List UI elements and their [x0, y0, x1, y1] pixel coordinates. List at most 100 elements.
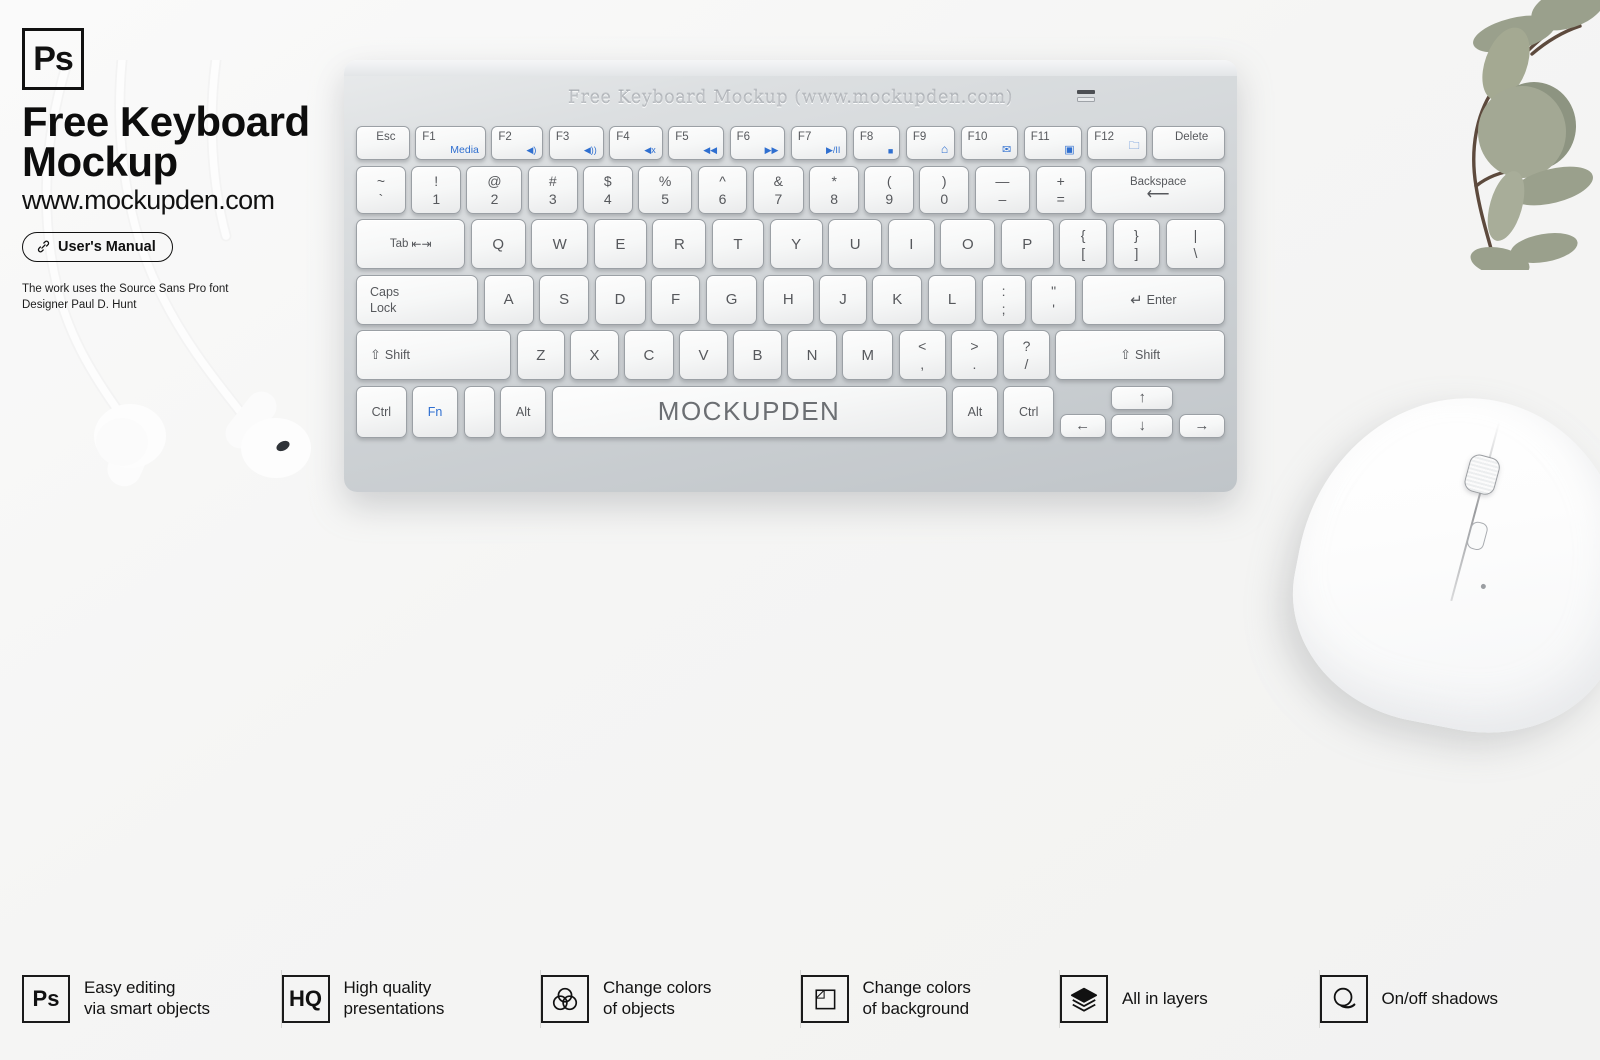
- key-4[interactable]: $ 4: [583, 165, 633, 214]
- key-alt-right[interactable]: Alt: [952, 385, 998, 438]
- key-q[interactable]: Q: [470, 219, 526, 269]
- keyboard[interactable]: Free Keyboard Mockup (www.mockupden.com)…: [344, 60, 1237, 492]
- key-k[interactable]: K: [872, 274, 923, 325]
- key-a[interactable]: A: [483, 274, 534, 325]
- key-semicolon[interactable]: : ;: [981, 274, 1026, 325]
- key-z[interactable]: Z: [516, 330, 565, 380]
- mute-icon: ◀x: [644, 145, 656, 155]
- key-1[interactable]: ! 1: [411, 165, 461, 214]
- key-t[interactable]: T: [711, 219, 765, 269]
- key-e[interactable]: E: [593, 219, 647, 269]
- f1-media-label: Media: [450, 144, 479, 156]
- key-9[interactable]: ( 9: [864, 165, 914, 214]
- key-n[interactable]: N: [787, 330, 837, 380]
- window-icon: ▣: [1064, 144, 1075, 156]
- key-f3[interactable]: F3 ◀)): [548, 126, 604, 160]
- key-equals[interactable]: + =: [1035, 165, 1086, 214]
- key-f10[interactable]: F10 ✉: [960, 126, 1019, 160]
- key-y[interactable]: Y: [769, 219, 823, 269]
- key-5[interactable]: % 5: [638, 165, 693, 214]
- key-f12[interactable]: F12 🗀: [1087, 126, 1147, 160]
- font-credits: The work uses the Source Sans Pro font D…: [22, 281, 352, 314]
- volume-down-icon: ◀): [526, 145, 537, 155]
- key-f1[interactable]: F1 Media: [415, 126, 486, 160]
- feature-line1: On/off shadows: [1381, 988, 1499, 1008]
- key-f7[interactable]: F7 ▶/II: [790, 126, 848, 160]
- key-p[interactable]: P: [1000, 219, 1054, 269]
- volume-up-icon: ◀)): [583, 145, 597, 155]
- key-windows[interactable]: [463, 385, 495, 438]
- feature-line1: All in layers: [1122, 988, 1208, 1008]
- key-esc[interactable]: Esc: [356, 126, 410, 160]
- key-j[interactable]: J: [819, 274, 867, 325]
- mouse-extra-button[interactable]: [1465, 520, 1489, 552]
- key-b[interactable]: B: [733, 330, 782, 380]
- key-fn[interactable]: Fn: [412, 385, 459, 438]
- keyboard-row-qwerty: Tab ⇤⇥ Q W E R T Y U I O P { [ } ] | \: [356, 219, 1226, 269]
- key-f9[interactable]: F9 ⌂: [905, 126, 956, 160]
- feature-label: Change colors of objects: [603, 978, 711, 1019]
- keyboard-indicator-led: [1077, 90, 1095, 102]
- key-g[interactable]: G: [705, 274, 758, 325]
- key-f2[interactable]: F2 ◀): [491, 126, 544, 160]
- key-f4[interactable]: F4 ◀x: [609, 126, 663, 160]
- key-alt-left[interactable]: Alt: [500, 385, 547, 438]
- key-7[interactable]: & 7: [752, 165, 804, 214]
- key-quote[interactable]: " ': [1031, 274, 1077, 325]
- key-ctrl-left[interactable]: Ctrl: [356, 385, 407, 438]
- key-ctrl-right[interactable]: Ctrl: [1003, 385, 1055, 438]
- key-enter[interactable]: ↵ Enter: [1081, 274, 1226, 325]
- key-6[interactable]: ^ 6: [697, 165, 748, 214]
- keyboard-engraving-text: Free Keyboard Mockup (www.mockupden.com): [567, 88, 1014, 108]
- shadow-circle-icon-box: [1319, 975, 1368, 1023]
- key-f8[interactable]: F8 ■: [852, 126, 901, 160]
- key-shift-left[interactable]: ⇧ Shift: [356, 330, 512, 380]
- key-f6[interactable]: F6 ▶▶: [729, 126, 786, 160]
- key-spacebar[interactable]: MOCKUPDEN: [551, 385, 947, 438]
- computer-mouse[interactable]: [1271, 369, 1600, 757]
- key-backtick[interactable]: ~ `: [356, 165, 406, 214]
- photoshop-logo: Ps: [22, 28, 84, 90]
- users-manual-button[interactable]: User's Manual: [22, 231, 173, 262]
- key-minus[interactable]: — –: [974, 165, 1031, 214]
- key-f11[interactable]: F11 ▣: [1023, 126, 1082, 160]
- key-o[interactable]: O: [940, 219, 996, 269]
- key-period[interactable]: > .: [951, 330, 998, 380]
- key-2[interactable]: @ 2: [466, 165, 523, 214]
- key-d[interactable]: D: [594, 274, 646, 325]
- key-u[interactable]: U: [828, 219, 883, 269]
- key-r[interactable]: R: [652, 219, 707, 269]
- key-arrow-left[interactable]: ←: [1059, 413, 1106, 438]
- key-shift-right[interactable]: ⇧ Shift: [1055, 330, 1226, 380]
- key-i[interactable]: I: [887, 219, 935, 269]
- key-bracket-left[interactable]: { [: [1059, 219, 1108, 269]
- key-tab[interactable]: Tab ⇤⇥: [356, 219, 466, 269]
- key-arrow-down[interactable]: ↓: [1111, 413, 1174, 438]
- key-s[interactable]: S: [539, 274, 590, 325]
- mail-icon: ✉: [1002, 144, 1012, 156]
- layers-icon-box: [1060, 975, 1108, 1023]
- key-bracket-right[interactable]: } ]: [1112, 219, 1161, 269]
- key-l[interactable]: L: [927, 274, 977, 325]
- key-comma[interactable]: < ,: [898, 330, 946, 380]
- key-arrow-right[interactable]: →: [1178, 413, 1226, 438]
- key-v[interactable]: V: [679, 330, 728, 380]
- key-arrow-up[interactable]: ↑: [1111, 385, 1174, 410]
- key-caps-lock[interactable]: Caps Lock: [356, 274, 479, 325]
- key-slash[interactable]: ? /: [1003, 330, 1050, 380]
- key-8[interactable]: * 8: [809, 165, 859, 214]
- key-x[interactable]: X: [570, 330, 619, 380]
- key-c[interactable]: C: [624, 330, 674, 380]
- key-backslash[interactable]: | \: [1165, 219, 1226, 269]
- enter-arrow-icon: ↵: [1130, 291, 1143, 309]
- key-f[interactable]: F: [651, 274, 701, 325]
- key-0[interactable]: ) 0: [919, 165, 970, 214]
- key-f5[interactable]: F5 ◀◀: [668, 126, 725, 160]
- key-m[interactable]: M: [842, 330, 894, 380]
- key-3[interactable]: # 3: [527, 165, 578, 214]
- mouse-scroll-wheel[interactable]: [1462, 452, 1503, 498]
- key-w[interactable]: W: [531, 219, 589, 269]
- key-h[interactable]: H: [762, 274, 814, 325]
- key-delete[interactable]: Delete: [1152, 126, 1226, 160]
- key-backspace[interactable]: Backspace ⟵: [1091, 165, 1226, 214]
